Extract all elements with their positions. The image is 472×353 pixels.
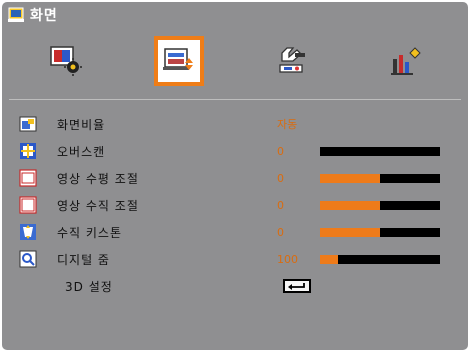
tab-options[interactable] [348,29,461,93]
page-title: 화면 [30,8,58,24]
overscan-label: 오버스캔 [57,144,106,159]
overscan-icon [19,142,37,160]
slider-fill [320,173,380,183]
h-image-shift-value: 0 [277,171,284,185]
v-image-shift-value: 0 [277,198,284,212]
slider-fill [320,200,380,210]
enter-key-icon[interactable] [283,279,311,293]
menu-item-overscan[interactable]: 오버스캔 0 [9,140,461,162]
aspect-ratio-icon [19,115,37,133]
menu-item-keystone[interactable]: 수직 키스톤 0 [9,221,461,243]
v-image-shift-label: 영상 수직 조절 [57,198,139,213]
h-image-shift-label: 영상 수평 조절 [57,171,139,186]
v-image-shift-icon [19,196,37,214]
menu-item-h-image-shift[interactable]: 영상 수평 조절 0 [9,167,461,189]
options-icon [386,42,424,80]
display-menu-icon [8,7,24,23]
menu-item-digital-zoom[interactable]: 디지털 줌 100 [9,248,461,270]
slider-fill [320,254,338,264]
3d-settings-label: 3D 설정 [65,279,113,294]
setup-icon [273,42,311,80]
menu-item-aspect-ratio[interactable]: 화면비율 자동 [9,113,461,135]
title-bar: 화면 [8,4,58,26]
aspect-ratio-label: 화면비율 [57,117,106,132]
aspect-ratio-value: 자동 [277,118,298,131]
menu-list: 화면비율 자동 오버스캔 0 영상 수평 조절 0 영상 수직 조절 0 수직 … [9,99,461,345]
tab-display[interactable] [122,29,235,93]
v-image-shift-slider[interactable] [320,200,440,210]
h-image-shift-slider[interactable] [320,173,440,183]
digital-zoom-slider[interactable] [320,254,440,264]
picture-settings-icon [47,42,85,80]
display-settings-icon [153,36,204,86]
digital-zoom-icon [19,250,37,268]
overscan-slider[interactable] [320,146,440,156]
keystone-label: 수직 키스톤 [57,225,123,240]
h-image-shift-icon [19,169,37,187]
digital-zoom-label: 디지털 줌 [57,252,110,267]
menu-item-3d-settings[interactable]: 3D 설정 [9,275,461,297]
osd-menu: 화면 화면비율 자동 오버스캔 0 영상 수평 조절 0 영상 수직 조절 0 … [2,2,468,350]
menu-item-v-image-shift[interactable]: 영상 수직 조절 0 [9,194,461,216]
overscan-value: 0 [277,144,284,158]
tab-bar [9,29,461,93]
keystone-value: 0 [277,225,284,239]
digital-zoom-value: 100 [277,252,298,266]
keystone-slider[interactable] [320,227,440,237]
tab-setup[interactable] [235,29,348,93]
keystone-icon [19,223,37,241]
tab-picture[interactable] [9,29,122,93]
slider-fill [320,227,380,237]
